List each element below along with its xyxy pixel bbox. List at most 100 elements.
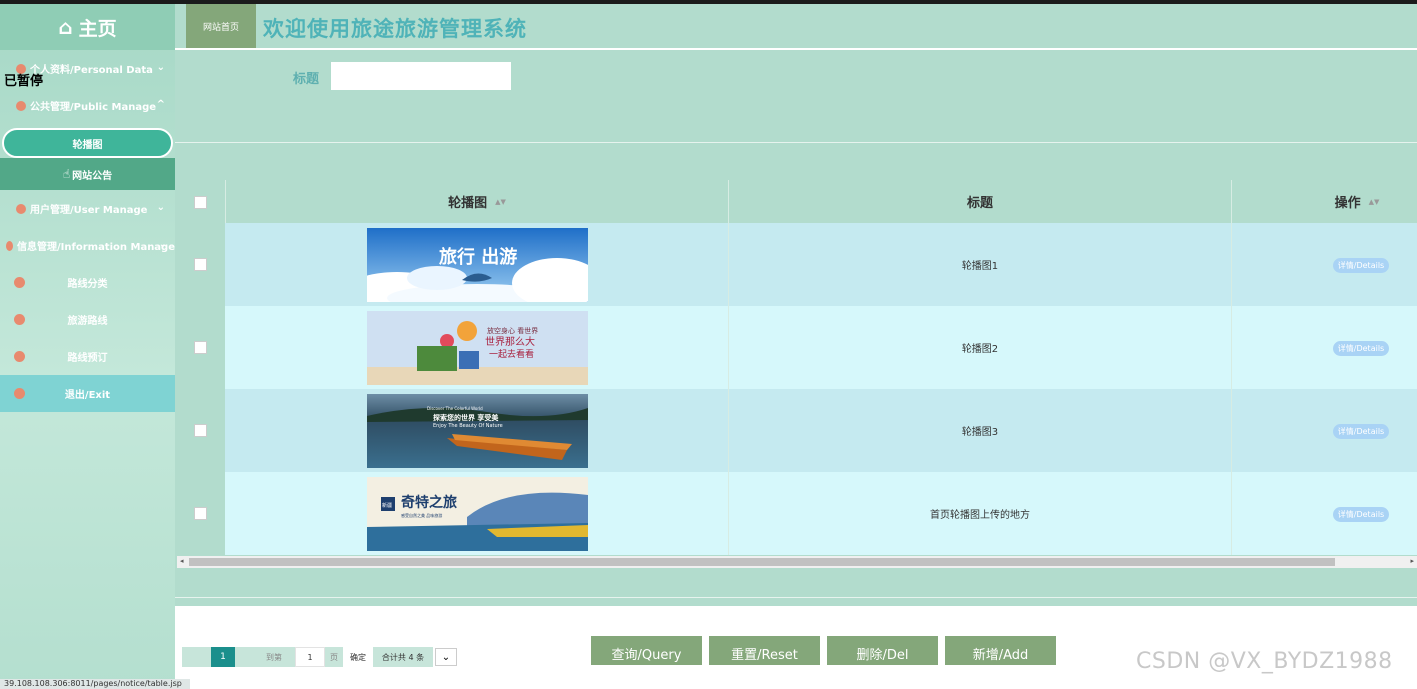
sidebar-item-label: 轮播图 (72, 139, 103, 151)
data-table: 轮播图 ▲▼ 标题 操作 ▲▼ 旅行 出游 轮播图1 详情/Details 放空… (177, 180, 1417, 560)
scrollbar-thumb[interactable] (189, 558, 1335, 566)
column-label: 操作 (1334, 196, 1361, 211)
row-checkbox[interactable] (194, 258, 207, 271)
horizontal-scrollbar[interactable]: ◂ ▸ (177, 556, 1417, 568)
goto-confirm-button[interactable]: 确定 (343, 647, 373, 667)
query-button[interactable]: 查询/Query (591, 636, 702, 665)
scroll-right-icon[interactable]: ▸ (1410, 557, 1414, 565)
chevron-down-icon: ⌄ (156, 62, 165, 73)
column-header-image[interactable]: 轮播图 ▲▼ (226, 180, 728, 223)
home-label: 主页 (78, 17, 117, 40)
divider (1231, 306, 1232, 389)
next-page-button[interactable] (235, 647, 253, 667)
sidebar-item-label: 路线分类 (67, 279, 108, 290)
sidebar-item-label: 旅游路线 (67, 316, 108, 327)
sidebar-item-label: 路线预订 (67, 353, 108, 364)
sort-icon[interactable]: ▲▼ (1369, 198, 1380, 206)
banner-text: 旅行 出游 (439, 246, 517, 268)
checkbox-cell (177, 472, 225, 555)
checkbox-cell (177, 223, 225, 306)
sidebar-group-info[interactable]: 信息管理/Information Manage ⌄ (0, 227, 175, 264)
banner-image-balloon: 放空身心 看世界 世界那么大 一起去看看 (367, 311, 588, 385)
top-header: 网站首页 欢迎使用旅途旅游管理系统 (175, 4, 1417, 50)
table-row: Discover The Colorful World 探索您的世界 享受美 E… (177, 389, 1417, 472)
search-label: 标题 (293, 72, 320, 87)
sidebar-item-exit[interactable]: 退出/Exit (0, 375, 175, 412)
chevron-down-icon: ⌄ (441, 651, 451, 663)
watermark: CSDN @VX_BYDZ1988 (1136, 649, 1393, 674)
sidebar-group-label: 用户管理/User Manage (30, 205, 148, 216)
sidebar-item-carousel[interactable]: 轮播图 (2, 128, 173, 158)
page-label: 页 (325, 647, 343, 667)
delete-button[interactable]: 删除/Del (827, 636, 938, 665)
add-button[interactable]: 新增/Add (945, 636, 1056, 665)
chevron-up-icon: ^ (156, 99, 165, 110)
title-cell: 首页轮播图上传的地方 (930, 510, 1030, 521)
scroll-left-icon[interactable]: ◂ (180, 557, 184, 565)
banner-text: Enjoy The Beauty Of Nature (433, 423, 503, 429)
banner-text: 一起去看看 (489, 348, 534, 360)
details-button[interactable]: 详情/Details (1333, 507, 1389, 522)
row-checkbox[interactable] (194, 424, 207, 437)
details-button[interactable]: 详情/Details (1333, 258, 1389, 273)
checkbox-cell (177, 306, 225, 389)
users-icon (16, 203, 26, 214)
paused-overlay-text: 已暂停 (4, 74, 44, 89)
banner-text: 新疆 (382, 502, 392, 509)
goto-page-input[interactable]: 1 (295, 647, 325, 667)
chevron-down-icon: ⌄ (156, 202, 165, 213)
sidebar-home[interactable]: ⌂ 主页 (0, 4, 175, 50)
divider (1231, 389, 1232, 472)
sidebar-item-notice[interactable]: ☝ 网站公告 (0, 158, 175, 190)
bottom-bar: 1 到第 1 页 确定 合计共 4 条 ⌄ 查询/Query 重置/Reset … (175, 606, 1417, 689)
tab-site-home[interactable]: 网站首页 (186, 4, 256, 48)
sidebar-item-travel-route[interactable]: 旅游路线 (0, 301, 175, 338)
checkbox-cell (177, 389, 225, 472)
banner-text: 世界那么大 (485, 335, 535, 348)
status-bar-url: 39.108.108.306:8011/pages/notice/table.j… (0, 679, 190, 689)
page-title: 欢迎使用旅途旅游管理系统 (263, 17, 527, 41)
banner-text: 感受自然之美 品味旅游 (401, 512, 442, 518)
sidebar-item-label: 网站公告 (72, 170, 113, 182)
sidebar-item-route-category[interactable]: 路线分类 (0, 264, 175, 301)
row-checkbox[interactable] (194, 341, 207, 354)
details-button[interactable]: 详情/Details (1333, 424, 1389, 439)
sidebar-group-label: 信息管理/Information Manage (17, 242, 175, 253)
title-search-input[interactable] (331, 62, 511, 90)
sidebar-item-route-booking[interactable]: 路线预订 (0, 338, 175, 375)
sidebar: ⌂ 主页 个人资料/Personal Data ⌄ 公共管理/Public Ma… (0, 4, 175, 689)
banner-image-mountain-lake: 新疆 奇特之旅 感受自然之美 品味旅游 (367, 477, 588, 551)
title-cell: 轮播图1 (961, 261, 999, 272)
table-row: 放空身心 看世界 世界那么大 一起去看看 轮播图2 详情/Details (177, 306, 1417, 389)
banner-text: 放空身心 看世界 (487, 326, 538, 335)
column-header-title: 标题 (729, 180, 1231, 223)
chevron-down-icon: ⌄ (158, 239, 167, 250)
title-cell: 轮播图2 (961, 344, 999, 355)
public-icon (16, 100, 26, 111)
app-frame: ⌂ 主页 个人资料/Personal Data ⌄ 公共管理/Public Ma… (0, 4, 1417, 689)
select-all-checkbox[interactable] (194, 196, 207, 209)
pagination: 1 到第 1 页 确定 合计共 4 条 ⌄ (182, 647, 457, 667)
sidebar-group-public[interactable]: 公共管理/Public Manage ^ (0, 87, 175, 124)
divider (1231, 472, 1232, 555)
page-number-current[interactable]: 1 (211, 647, 235, 667)
details-button[interactable]: 详情/Details (1333, 341, 1389, 356)
banner-text: 探索您的世界 享受美 (433, 413, 499, 422)
reset-button[interactable]: 重置/Reset (709, 636, 820, 665)
sidebar-group-user[interactable]: 用户管理/User Manage ⌄ (0, 190, 175, 227)
column-label: 标题 (966, 196, 993, 211)
home-icon: ⌂ (58, 15, 73, 39)
table-row: 旅行 出游 轮播图1 详情/Details (177, 223, 1417, 306)
table-header: 轮播图 ▲▼ 标题 操作 ▲▼ (177, 180, 1417, 223)
column-header-action[interactable]: 操作 ▲▼ (1232, 180, 1417, 223)
info-icon (6, 240, 13, 251)
prev-page-button[interactable] (182, 647, 211, 667)
banner-text: 奇特之旅 (401, 494, 457, 511)
sort-icon[interactable]: ▲▼ (495, 198, 506, 206)
divider (1231, 223, 1232, 306)
divider (175, 597, 1417, 598)
page-size-select[interactable]: ⌄ (435, 648, 457, 666)
table-row: 新疆 奇特之旅 感受自然之美 品味旅游 首页轮播图上传的地方 详情/Detail… (177, 472, 1417, 555)
row-checkbox[interactable] (194, 507, 207, 520)
divider (175, 142, 1417, 143)
